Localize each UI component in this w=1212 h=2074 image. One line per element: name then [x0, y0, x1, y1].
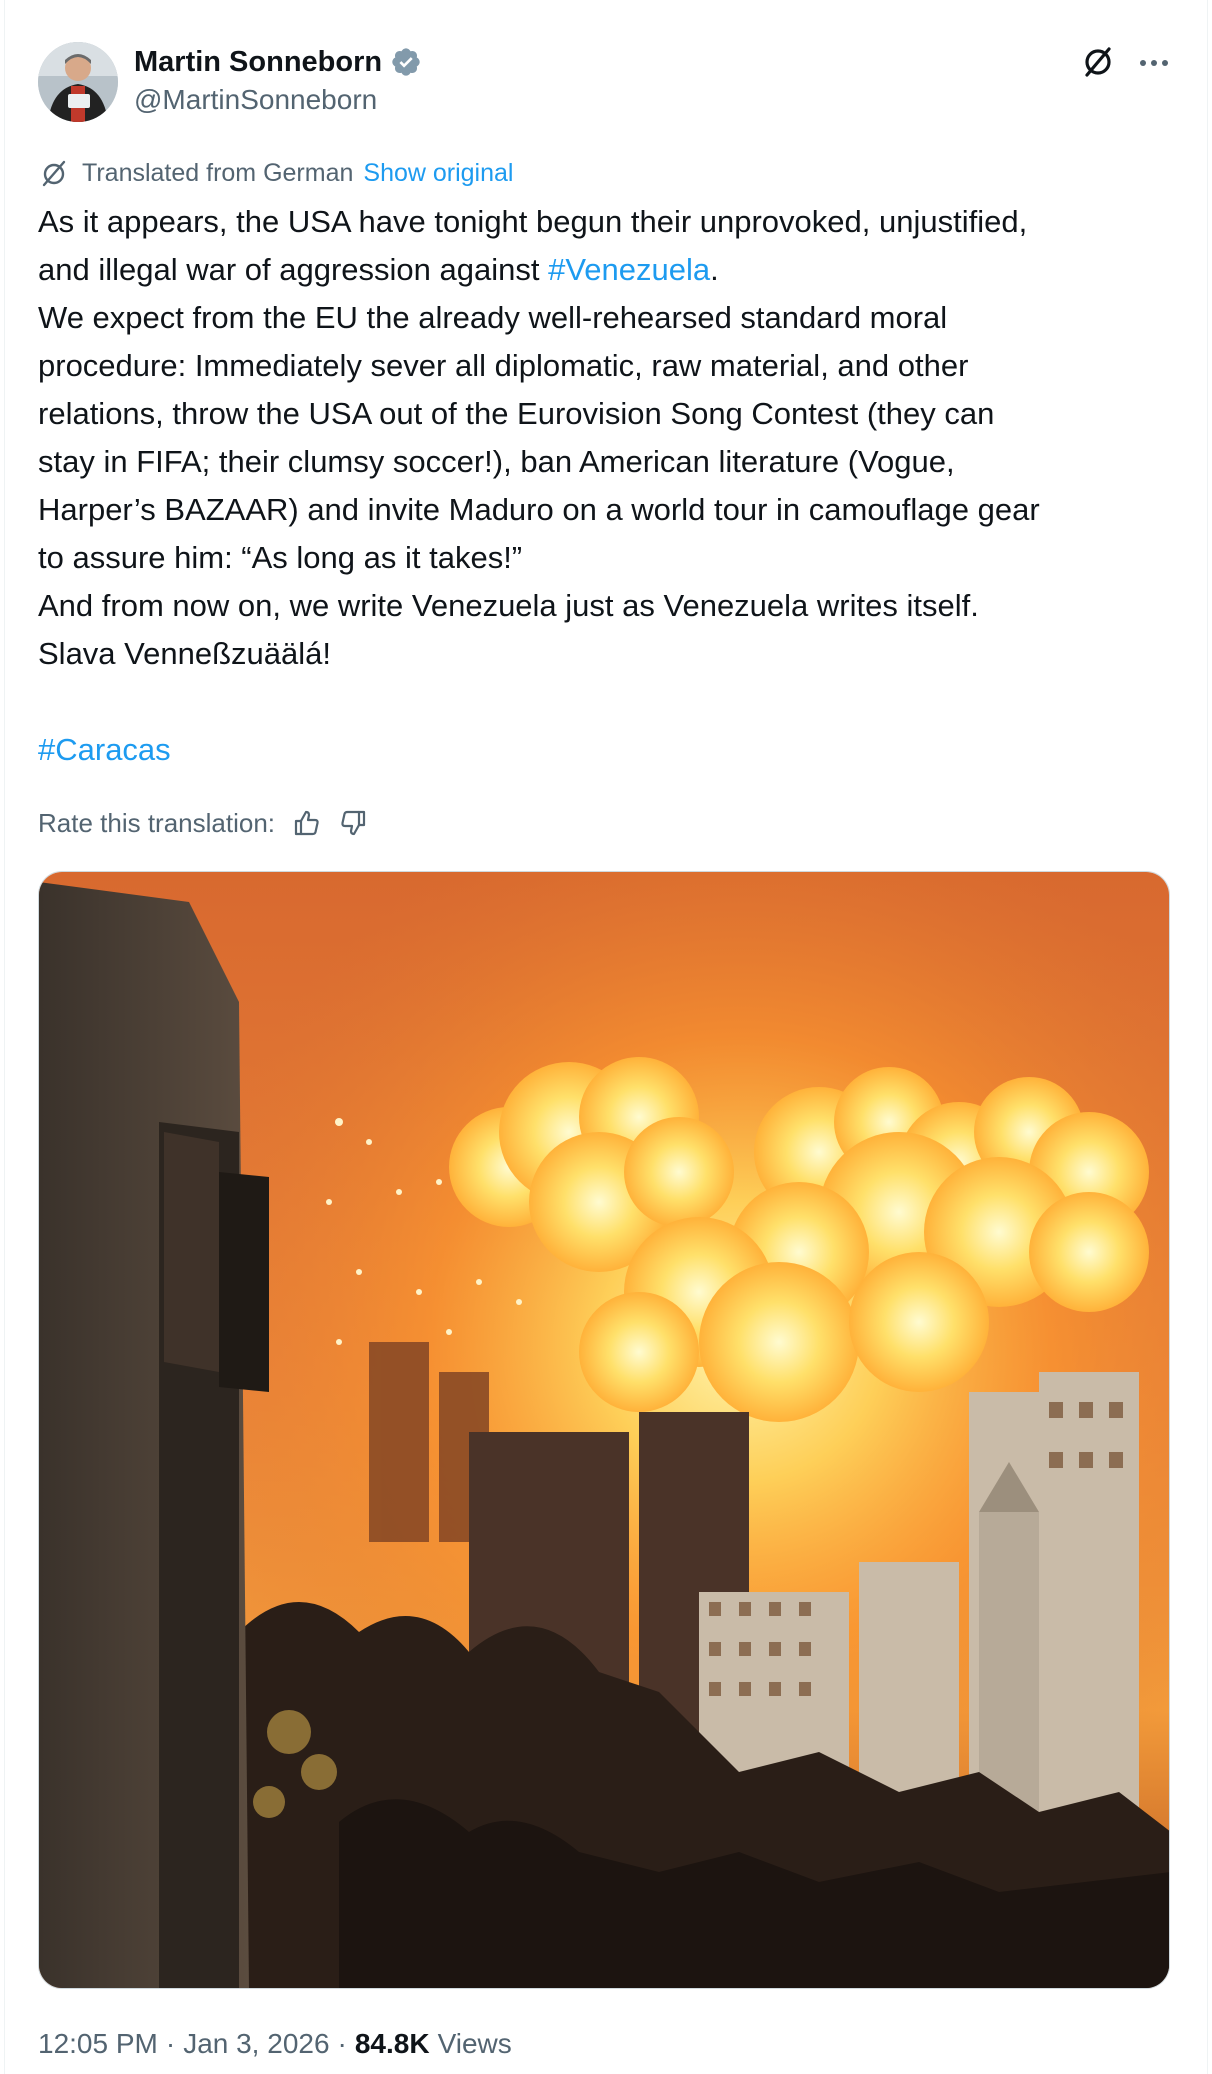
tweet-text-line: relations, throw the USA out of the Euro… [38, 396, 995, 431]
tweet-text-line: Harper’s BAZAAR) and invite Maduro on a … [38, 492, 1040, 527]
meta-separator: · [165, 2028, 176, 2059]
tweet-text-line: procedure: Immediately sever all diploma… [38, 348, 969, 383]
translation-info-row: Translated from German Show original [38, 156, 513, 190]
tweet-text-line: and illegal war of aggression against #V… [38, 246, 1178, 294]
tweet-time[interactable]: 12:05 PM [38, 2028, 158, 2060]
more-options-icon[interactable] [1134, 42, 1174, 82]
rate-translation-label: Rate this translation: [38, 807, 276, 838]
author-handle[interactable]: @MartinSonneborn [134, 84, 377, 116]
tweet-photo[interactable] [38, 871, 1170, 1989]
translate-icon [42, 160, 66, 187]
grok-icon[interactable] [1078, 42, 1118, 82]
tweet-text-line: As it appears, the USA have tonight begu… [38, 204, 1028, 239]
tweet-text-line: Slava Venneßzuäälá! [38, 636, 331, 671]
hashtag-caracas-link[interactable]: #Caracas [38, 726, 1178, 774]
thumbs-down-icon[interactable] [337, 806, 371, 840]
hashtag-venezuela-link[interactable]: #Venezuela [548, 252, 710, 287]
tweet-text: As it appears, the USA have tonight begu… [38, 198, 1178, 774]
tweet-card: Martin Sonneborn @MartinSonneborn Transl… [0, 0, 1212, 2074]
tweet-text-line: And from now on, we write Venezuela just… [38, 588, 979, 623]
views-count[interactable]: 84.8K [355, 2028, 430, 2060]
verified-badge-icon [392, 48, 420, 76]
show-original-link[interactable]: Show original [363, 159, 513, 188]
tweet-text-line: stay in FIFA; their clumsy soccer!), ban… [38, 444, 955, 479]
author-name-row[interactable]: Martin Sonneborn [134, 44, 422, 80]
tweet-text-line: to assure him: “As long as it takes!” [38, 540, 523, 575]
photo-night-city-explosion [39, 872, 1169, 1988]
meta-separator: · [337, 2028, 347, 2059]
tweet-text-segment: . [710, 252, 719, 287]
tweet-text-segment: and illegal war of aggression against [38, 252, 549, 287]
rate-translation-row: Rate this translation: [38, 804, 371, 842]
translated-from-label: Translated from German [82, 158, 354, 187]
views-label: Views [437, 2028, 512, 2059]
author-display-name[interactable]: Martin Sonneborn [134, 46, 382, 79]
thumbs-up-icon[interactable] [289, 806, 323, 840]
avatar[interactable] [38, 42, 118, 122]
tweet-meta: 12:05 PM · Jan 3, 2026 · 84.8K Views [38, 2026, 512, 2062]
tweet-text-line: We expect from the EU the already well-r… [38, 300, 948, 335]
tweet-date[interactable]: Jan 3, 2026 [183, 2028, 329, 2060]
